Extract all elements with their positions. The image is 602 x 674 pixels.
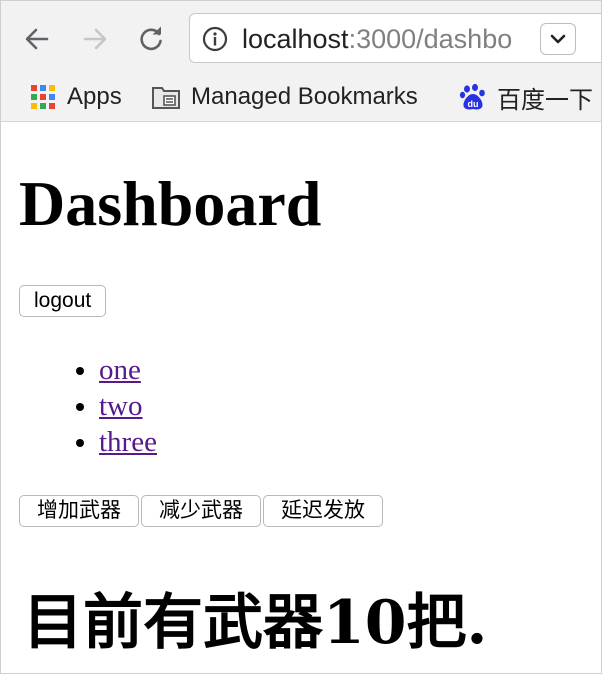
forward-button[interactable] <box>77 21 113 57</box>
list-item: two <box>99 388 157 424</box>
link-list: one two three <box>61 352 157 460</box>
folder-icon <box>152 87 180 109</box>
link-one[interactable]: one <box>99 354 141 386</box>
bookmark-label: Managed Bookmarks <box>191 83 418 110</box>
apps-grid-icon <box>31 85 55 109</box>
bookmark-apps[interactable]: Apps <box>29 79 122 115</box>
browser-toolbar: localhost:3000/dashbo <box>1 1 601 73</box>
bookmark-managed-bookmarks[interactable]: Managed Bookmarks <box>151 79 418 115</box>
info-icon[interactable] <box>202 26 228 52</box>
url-path: :3000/dashbo <box>348 24 513 54</box>
address-bar[interactable]: localhost:3000/dashbo <box>189 13 601 63</box>
reload-button[interactable] <box>133 21 169 57</box>
bookmark-baidu[interactable]: du 百度一下 <box>459 79 593 115</box>
reduce-weapon-button[interactable]: 减少武器 <box>141 495 261 527</box>
chevron-down-icon <box>550 34 566 44</box>
bookmark-label: 百度一下 <box>497 86 593 114</box>
weapon-count-heading: 目前有武器10把. <box>23 588 488 658</box>
reload-icon <box>140 26 162 51</box>
page-content: Dashboard logout one two three 增加武器 减少武器… <box>1 122 601 673</box>
forward-arrow-icon <box>83 28 107 50</box>
delay-issue-button[interactable]: 延迟发放 <box>263 495 383 527</box>
add-weapon-button[interactable]: 增加武器 <box>19 495 139 527</box>
browser-window: localhost:3000/dashbo Apps Managed Bookm… <box>0 0 602 674</box>
url-text[interactable]: localhost:3000/dashbo <box>242 24 512 54</box>
list-item: three <box>99 424 157 460</box>
back-arrow-icon <box>25 28 49 50</box>
list-item: one <box>99 352 157 388</box>
bookmark-label: Apps <box>67 83 122 110</box>
address-dropdown-button[interactable] <box>540 23 576 55</box>
page-title: Dashboard <box>19 168 322 239</box>
svg-text:du: du <box>468 99 479 109</box>
link-two[interactable]: two <box>99 390 143 422</box>
logout-button[interactable]: logout <box>19 285 107 317</box>
bookmarks-bar: Apps Managed Bookmarks du 百度一下 <box>1 73 601 122</box>
link-three[interactable]: three <box>99 426 157 458</box>
baidu-paw-icon: du <box>459 83 485 110</box>
url-host: localhost <box>242 24 349 54</box>
back-button[interactable] <box>19 21 55 57</box>
